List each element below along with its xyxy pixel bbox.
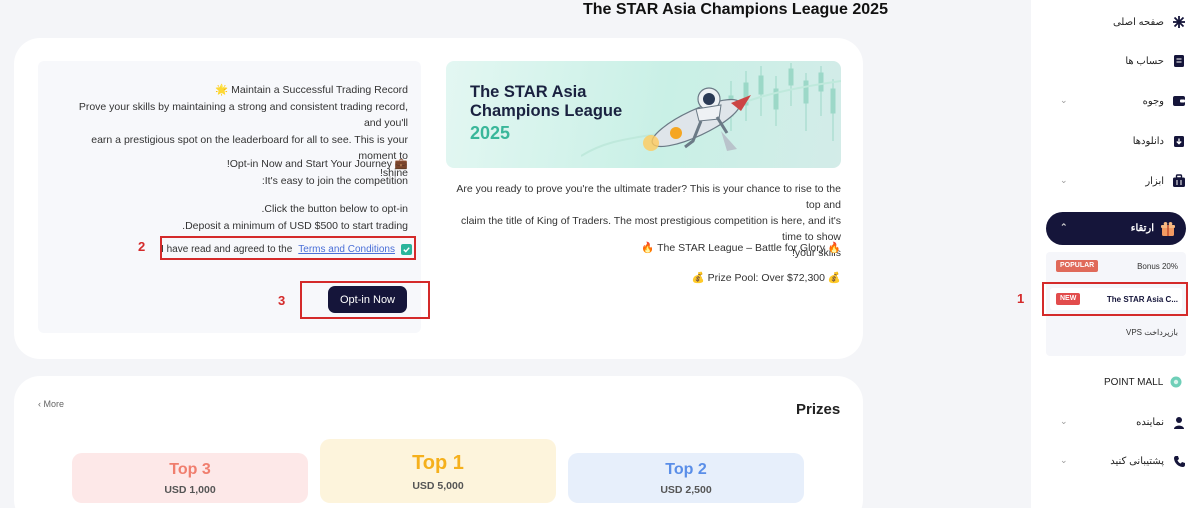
prizes-title: Prizes: [796, 401, 841, 418]
prize-card-top3: Top 3 USD 1,000: [72, 453, 308, 503]
sidebar-item-home[interactable]: صفحه اصلی: [1046, 10, 1186, 34]
sidebar-item-tools[interactable]: ابزار ⌄: [1046, 169, 1186, 193]
banner-year: 2025: [470, 123, 511, 143]
prize-amount: USD 1,000: [164, 484, 216, 496]
sidebar-item-support[interactable]: پشتیبانی کنید ⌄: [1046, 449, 1186, 473]
optin-heading: 💼 Opt-in Now and Start Your Journey!: [226, 158, 408, 170]
chevron-down-icon: ⌄: [1060, 95, 1068, 105]
gift-icon: [1160, 221, 1176, 237]
user-icon: [1172, 415, 1186, 429]
annotation-number-1: 1: [1017, 291, 1025, 306]
prize-amount: USD 5,000: [412, 480, 464, 492]
more-link[interactable]: ‹ More: [38, 399, 64, 409]
sidebar-sub-bonus[interactable]: POPULAR Bonus 20%: [1050, 255, 1182, 277]
optin-steps-text: 💼 Opt-in Now and Start Your Journey! It'…: [70, 156, 408, 189]
globe-icon: [1169, 375, 1183, 389]
chevron-down-icon: ⌄: [1060, 175, 1068, 185]
trading-record-heading: Maintain a Successful Trading Record 🌟: [215, 84, 408, 96]
home-icon: [1172, 15, 1186, 29]
annotation-box-3: [300, 281, 430, 319]
sidebar-item-funds[interactable]: وجوه ⌄: [1046, 89, 1186, 113]
prize-rank: Top 2: [665, 461, 707, 478]
annotation-number-2: 2: [138, 239, 146, 254]
banner-title: The STAR Asia Champions League 2025: [470, 83, 623, 143]
chevron-up-icon: ⌃: [1060, 222, 1068, 232]
sidebar-item-upgrade[interactable]: ارتقاء ⌃: [1046, 212, 1186, 245]
chevron-down-icon: ⌄: [1060, 455, 1068, 465]
sidebar-item-accounts[interactable]: حساب ها: [1046, 49, 1186, 73]
briefcase-icon: [1172, 174, 1186, 188]
annotation-number-3: 3: [278, 293, 286, 308]
download-icon: [1172, 134, 1186, 148]
chevron-down-icon: ⌄: [1060, 416, 1068, 426]
annotation-box-1: [1042, 282, 1188, 316]
document-icon: [1172, 54, 1186, 68]
sidebar-item-representative[interactable]: نماینده ⌄: [1046, 410, 1186, 434]
page-title: The STAR Asia Champions League 2025: [583, 1, 888, 18]
competition-banner: The STAR Asia Champions League 2025: [446, 61, 841, 168]
prize-amount: USD 2,500: [660, 484, 712, 496]
prize-card-top1: Top 1 USD 5,000: [320, 439, 556, 503]
sidebar-item-point-mall[interactable]: POINT MALL: [1066, 370, 1200, 394]
wallet-icon: [1172, 94, 1186, 108]
optin-instructions: Click the button below to opt-in. Deposi…: [182, 203, 408, 232]
annotation-box-2: [160, 236, 416, 260]
prize-rank: Top 3: [169, 461, 211, 478]
popular-badge: POPULAR: [1056, 260, 1099, 272]
prize-card-top2: Top 2 USD 2,500: [568, 453, 804, 503]
league-tagline: 🔥 The STAR League – Battle for Glory 🔥: [641, 242, 841, 254]
sidebar-sub-vps[interactable]: بازپرداخت VPS: [1050, 321, 1182, 343]
phone-icon: [1172, 454, 1186, 468]
sidebar-item-downloads[interactable]: دانلودها: [1046, 129, 1186, 153]
prize-rank: Top 1: [412, 452, 464, 474]
prize-pool-text: 💰 Prize Pool: Over $72,300 💰: [691, 272, 841, 284]
